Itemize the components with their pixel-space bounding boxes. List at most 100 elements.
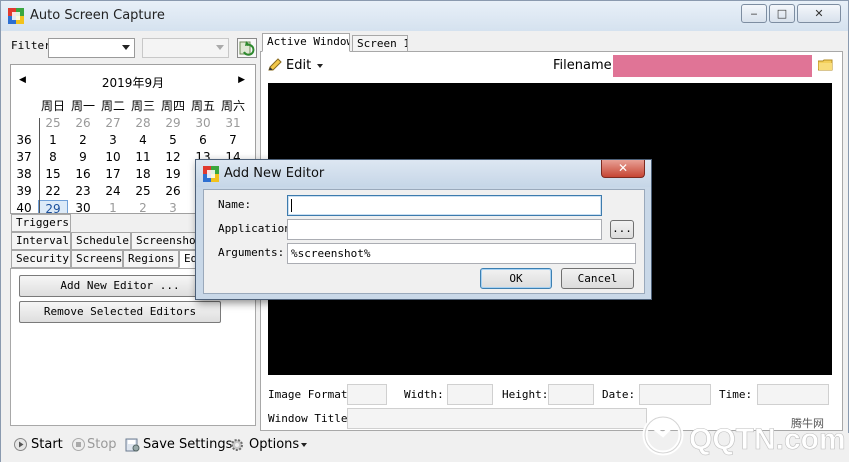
calendar-day[interactable]: 22	[38, 183, 68, 200]
calendar-day[interactable]: 15	[38, 166, 68, 183]
watermark-cn-text: 腾牛网	[791, 416, 824, 430]
tab-security[interactable]: Security	[11, 250, 71, 268]
height-field	[548, 384, 594, 405]
time-field	[757, 384, 829, 405]
calendar-day[interactable]: 25	[38, 115, 68, 132]
save-settings-button[interactable]: Save Settings	[143, 437, 232, 452]
calendar-day[interactable]: 5	[158, 132, 188, 149]
close-button[interactable]: ✕	[797, 4, 841, 23]
calendar-day[interactable]: 19	[158, 166, 188, 183]
calendar-day[interactable]: 7	[218, 132, 248, 149]
dialog-close-button[interactable]: ✕	[601, 160, 645, 178]
stop-button[interactable]: Stop	[87, 437, 117, 452]
play-icon	[14, 438, 27, 451]
application-field[interactable]	[287, 219, 602, 240]
weekday-label: 周一	[70, 99, 95, 113]
calendar-day[interactable]: 24	[98, 183, 128, 200]
calendar-week-number: 36	[16, 133, 32, 147]
arguments-field[interactable]: %screenshot%	[287, 243, 636, 264]
application-label: Application:	[218, 222, 298, 235]
name-label: Name:	[218, 198, 252, 211]
calendar-day[interactable]: 30	[188, 115, 218, 132]
calendar-day[interactable]: 26	[68, 115, 98, 132]
calendar-day[interactable]: 29	[158, 115, 188, 132]
calendar-day[interactable]: 16	[68, 166, 98, 183]
restore-button[interactable]: □	[769, 4, 795, 23]
calendar-day[interactable]: 25	[128, 183, 158, 200]
dialog-title: Add New Editor	[224, 166, 325, 181]
browse-button[interactable]: ...	[610, 220, 634, 239]
calendar-day[interactable]: 1	[38, 132, 68, 149]
calendar-day[interactable]: 6	[188, 132, 218, 149]
calendar-day[interactable]: 3	[98, 132, 128, 149]
calendar-week-number: 40	[16, 201, 32, 214]
arguments-label: Arguments:	[218, 246, 285, 259]
name-field[interactable]	[287, 195, 602, 216]
calendar-day[interactable]: 8	[38, 149, 68, 166]
calendar-day[interactable]: 11	[128, 149, 158, 166]
calendar-week-number: 38	[16, 167, 32, 181]
save-settings-icon	[125, 438, 140, 452]
weekday-label: 周二	[100, 99, 125, 113]
weekday-label: 周日	[40, 99, 65, 113]
calendar-day[interactable]: 26	[158, 183, 188, 200]
tab-screens[interactable]: Screens	[71, 250, 123, 268]
tab-triggers[interactable]: Triggers	[11, 214, 71, 232]
calendar-day[interactable]: 4	[128, 132, 158, 149]
options-button[interactable]: Options	[249, 437, 299, 452]
date-field	[639, 384, 711, 405]
calendar-next-button[interactable]: ▶	[238, 75, 245, 85]
tab-screenshots[interactable]: Screenshots	[131, 232, 199, 250]
calendar-day[interactable]: 31	[218, 115, 248, 132]
dialog-title-bar: Add New Editor ✕	[196, 160, 651, 187]
calendar-day[interactable]: 12	[158, 149, 188, 166]
ok-button[interactable]: OK	[480, 268, 552, 289]
width-field	[447, 384, 493, 405]
folder-icon[interactable]	[818, 59, 833, 71]
edit-menu-button[interactable]: Edit	[286, 58, 311, 73]
calendar-day[interactable]: 23	[68, 183, 98, 200]
calendar-day[interactable]: 9	[68, 149, 98, 166]
weekday-label: 周六	[220, 99, 245, 113]
calendar-day[interactable]: 18	[128, 166, 158, 183]
calendar-day[interactable]: 28	[128, 115, 158, 132]
calendar-day[interactable]: 2	[128, 200, 158, 213]
cancel-button[interactable]: Cancel	[561, 268, 634, 289]
chevron-down-icon[interactable]	[317, 64, 323, 68]
filter-dropdown[interactable]	[48, 38, 135, 58]
start-button[interactable]: Start	[31, 437, 63, 452]
calendar-day[interactable]: 27	[98, 115, 128, 132]
gear-icon	[231, 439, 243, 451]
refresh-button[interactable]	[237, 38, 257, 58]
chevron-down-icon	[122, 45, 130, 50]
tab-active-window[interactable]: Active Window	[262, 33, 350, 52]
window-title: Auto Screen Capture	[30, 8, 165, 23]
tab-screen-1[interactable]: Screen 1	[352, 35, 408, 52]
add-new-editor-button[interactable]: Add New Editor ...	[19, 275, 221, 297]
minimize-button[interactable]: ‒	[741, 4, 767, 23]
filename-field[interactable]	[613, 55, 812, 77]
filter-value-dropdown[interactable]	[142, 38, 229, 58]
calendar-day[interactable]: 29	[38, 200, 68, 213]
chevron-down-icon[interactable]	[301, 443, 307, 447]
chevron-down-icon	[216, 45, 224, 50]
refresh-icon	[239, 41, 255, 56]
remove-selected-editors-button[interactable]: Remove Selected Editors	[19, 301, 221, 323]
height-label: Height:	[502, 388, 549, 401]
calendar-day[interactable]: 2	[68, 132, 98, 149]
filter-label: Filter	[11, 39, 51, 52]
tab-interval[interactable]: Interval	[11, 232, 71, 250]
text-cursor	[291, 199, 292, 212]
weekday-label: 周三	[130, 99, 155, 113]
calendar-day[interactable]: 1	[98, 200, 128, 213]
calendar-day[interactable]: 3	[158, 200, 188, 213]
calendar-day[interactable]: 30	[68, 200, 98, 213]
calendar-day[interactable]: 17	[98, 166, 128, 183]
calendar-day[interactable]: 10	[98, 149, 128, 166]
tab-schedule[interactable]: Schedule	[71, 232, 131, 250]
stop-icon	[72, 438, 85, 451]
time-label: Time:	[719, 388, 753, 401]
calendar-month-label[interactable]: 2019年9月	[11, 74, 255, 91]
tab-regions[interactable]: Regions	[123, 250, 179, 268]
title-bar: Auto Screen Capture ‒ □ ✕	[1, 1, 848, 31]
